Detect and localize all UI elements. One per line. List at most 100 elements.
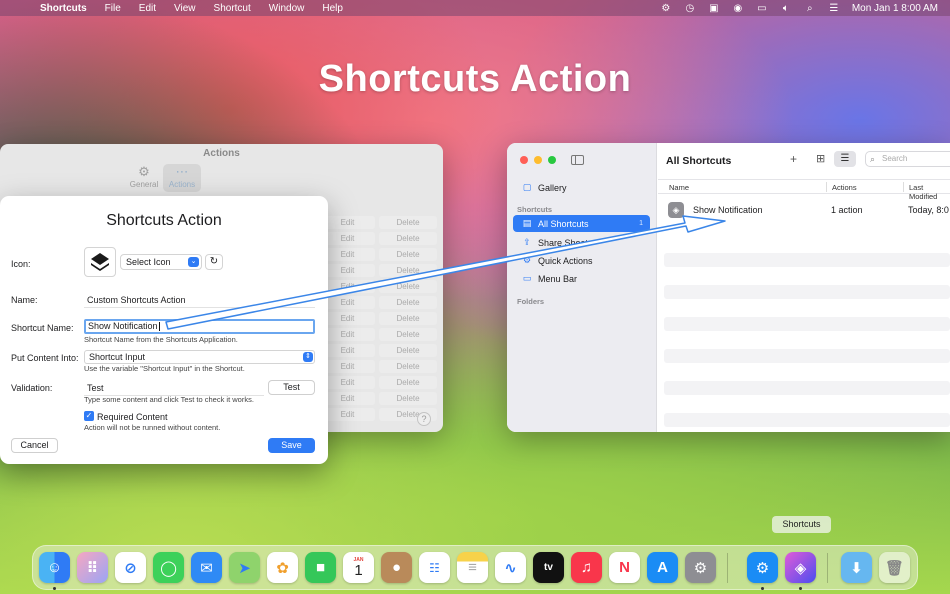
sidebar-toggle-icon[interactable] (571, 155, 584, 165)
volume-icon[interactable]: 🔈︎ (780, 3, 792, 14)
name-field[interactable]: Custom Shortcuts Action (84, 294, 315, 308)
text-caret (158, 322, 160, 332)
menu-view[interactable]: View (174, 3, 196, 14)
control-center-icon[interactable]: ☰ (828, 3, 840, 14)
save-button[interactable]: Save (268, 438, 315, 453)
delete-button[interactable]: Delete (379, 359, 437, 373)
shortcuts-app-icon[interactable]: ◈ (785, 552, 816, 583)
delete-button[interactable]: Delete (379, 215, 437, 229)
edit-button[interactable]: Edit (320, 279, 375, 293)
spotlight-search-icon[interactable]: ⌕ (804, 3, 816, 14)
finder-icon[interactable]: ☺ (39, 552, 70, 583)
system-settings-icon[interactable]: ⚙ (685, 552, 716, 583)
menu-file[interactable]: File (105, 3, 121, 14)
zoom-window-button[interactable] (548, 156, 556, 164)
edit-button[interactable]: Edit (320, 327, 375, 341)
reset-icon-button[interactable]: ↻ (205, 254, 223, 270)
edit-button[interactable]: Edit (320, 391, 375, 405)
news-icon[interactable]: N (609, 552, 640, 583)
display-status-icon[interactable]: ▭ (756, 3, 768, 14)
delete-button[interactable]: Delete (379, 391, 437, 405)
sidebar-item-share-sheet[interactable]: ⇪ Share Sheet (513, 234, 650, 251)
safari-icon[interactable]: ⊘ (115, 552, 146, 583)
required-content-checkbox[interactable]: ✓ (84, 411, 94, 421)
edit-button[interactable]: Edit (320, 295, 375, 309)
edit-button[interactable]: Edit (320, 263, 375, 277)
chevron-down-icon: ⌄ (188, 257, 199, 267)
window-status-icon[interactable]: ▣ (708, 3, 720, 14)
delete-button[interactable]: Delete (379, 311, 437, 325)
edit-button[interactable]: Edit (320, 215, 375, 229)
close-window-button[interactable] (520, 156, 528, 164)
menu-clock[interactable]: Mon Jan 1 8:00 AM (852, 3, 938, 14)
notes-icon[interactable]: ≡ (457, 552, 488, 583)
test-button[interactable]: Test (268, 380, 315, 395)
edit-button[interactable]: Edit (320, 311, 375, 325)
delete-button[interactable]: Delete (379, 295, 437, 309)
play-status-icon[interactable]: ◉ (732, 3, 744, 14)
maps-icon[interactable]: ➤ (229, 552, 260, 583)
photos-icon[interactable]: ✿ (267, 552, 298, 583)
name-label: Name: (11, 295, 38, 305)
delete-button[interactable]: Delete (379, 263, 437, 277)
sidebar-item-all-shortcuts[interactable]: ▤ All Shortcuts 1 (513, 215, 650, 232)
dock-divider (727, 553, 728, 583)
list-view-button[interactable]: ☰ (834, 151, 856, 167)
select-icon-popup[interactable]: Select Icon ⌄ (120, 254, 202, 270)
dialog-title: Shortcuts Action (106, 212, 222, 229)
edit-button[interactable]: Edit (320, 375, 375, 389)
contacts-icon[interactable]: ● (381, 552, 412, 583)
music-icon[interactable]: ♫ (571, 552, 602, 583)
freeform-icon[interactable]: ∿ (495, 552, 526, 583)
tab-actions[interactable]: ⋯ Actions (163, 164, 201, 192)
add-shortcut-button[interactable]: + (790, 152, 797, 166)
menu-shortcut[interactable]: Shortcut (214, 3, 251, 14)
trash-icon[interactable]: 🗑︎ (879, 552, 910, 583)
column-last-modified[interactable]: Last Modified (909, 183, 950, 201)
delete-button[interactable]: Delete (379, 231, 437, 245)
help-button[interactable]: ? (417, 412, 431, 426)
shortcut-name-field[interactable]: Show Notification (84, 319, 315, 334)
delete-button[interactable]: Delete (379, 375, 437, 389)
delete-button[interactable]: Delete (379, 327, 437, 341)
edit-button[interactable]: Edit (320, 343, 375, 357)
column-name[interactable]: Name (669, 183, 689, 192)
cancel-button[interactable]: Cancel (11, 438, 58, 453)
sidebar-item-menu-bar[interactable]: ▭ Menu Bar (513, 270, 650, 287)
sidebar-item-gallery[interactable]: ▢ Gallery (513, 179, 650, 196)
messages-icon[interactable]: ◯ (153, 552, 184, 583)
sidebar-item-quick-actions[interactable]: ⚙ Quick Actions (513, 252, 650, 269)
apple-tv-icon[interactable]: tv (533, 552, 564, 583)
menu-edit[interactable]: Edit (139, 3, 156, 14)
settings-app-icon[interactable]: ⚙ (747, 552, 778, 583)
delete-button[interactable]: Delete (379, 279, 437, 293)
column-actions[interactable]: Actions (832, 183, 857, 192)
menu-app-name[interactable]: Shortcuts (40, 3, 87, 14)
gear-status-icon[interactable]: ⚙ (660, 3, 672, 14)
app-store-icon[interactable]: A (647, 552, 678, 583)
downloads-folder-icon[interactable]: ⬇ (841, 552, 872, 583)
table-row[interactable]: ◈ Show Notification 1 action Today, 8:0 (658, 201, 950, 221)
search-input[interactable]: ⌕ Search (865, 151, 950, 167)
mail-icon[interactable]: ✉ (191, 552, 222, 583)
delete-button[interactable]: Delete (379, 247, 437, 261)
tab-general[interactable]: ⚙ General (125, 164, 163, 192)
time-machine-icon[interactable]: ◷ (684, 3, 696, 14)
launchpad-icon[interactable]: ⠿ (77, 552, 108, 583)
delete-button[interactable]: Delete (379, 343, 437, 357)
calendar-icon[interactable]: JAN 1 (343, 552, 374, 583)
edit-button[interactable]: Edit (320, 231, 375, 245)
reminders-icon[interactable]: ☷ (419, 552, 450, 583)
edit-button[interactable]: Edit (320, 407, 375, 421)
edit-button[interactable]: Edit (320, 247, 375, 261)
put-content-popup[interactable]: Shortcut Input ⇕ (84, 350, 315, 364)
minimize-window-button[interactable] (534, 156, 542, 164)
menu-help[interactable]: Help (322, 3, 343, 14)
icon-preview[interactable] (84, 247, 116, 277)
sidebar-item-label: All Shortcuts (538, 218, 589, 229)
grid-view-button[interactable]: ⊞ (816, 152, 825, 165)
menu-window[interactable]: Window (269, 3, 305, 14)
facetime-icon[interactable]: ■ (305, 552, 336, 583)
edit-button[interactable]: Edit (320, 359, 375, 373)
validation-field[interactable]: Test (84, 382, 264, 396)
